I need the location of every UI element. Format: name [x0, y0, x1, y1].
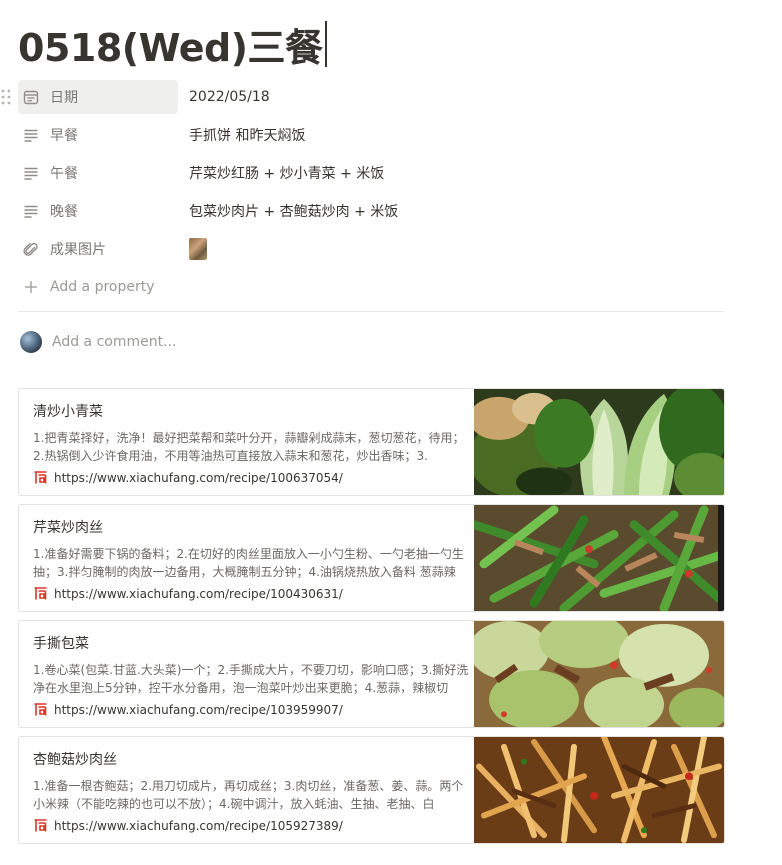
properties-panel: 日期 2022/05/18 早餐 手抓饼 和昨天焖饭 午餐 芹菜炒红肠 + 炒小… — [1, 78, 724, 306]
bookmark-text: 杏鲍菇炒肉丝 1.准备一根杏鲍菇；2.用刀切成片，再切成丝；3.肉切丝，准备葱、… — [19, 737, 475, 843]
bookmark-card[interactable]: 手撕包菜 1.卷心菜(包菜.甘蓝.大头菜)一个；2.手撕成大片，不要刀切，影响口… — [18, 620, 725, 728]
property-breakfast[interactable]: 早餐 手抓饼 和昨天焖饭 — [18, 116, 724, 154]
celery-pork-photo — [474, 505, 724, 611]
comment-input[interactable]: Add a comment... — [20, 329, 176, 355]
bookmark-card[interactable]: 芹菜炒肉丝 1.准备好需要下锅的备料；2.在切好的肉丝里面放入一小勺生粉、一勺老… — [18, 504, 725, 612]
bookmark-title: 清炒小青菜 — [33, 404, 103, 420]
bookmark-url[interactable]: https://www.xiachufang.com/recipe/105927… — [54, 819, 343, 833]
property-value-lunch[interactable]: 芹菜炒红肠 + 炒小青菜 + 米饭 — [189, 163, 384, 183]
page-title[interactable]: 0518(Wed)三餐 — [18, 18, 327, 70]
bookmark-title: 杏鲍菇炒肉丝 — [33, 752, 117, 768]
xiachufang-favicon-icon — [33, 470, 48, 485]
xiachufang-favicon-icon — [33, 586, 48, 601]
bookmark-url[interactable]: https://www.xiachufang.com/recipe/100637… — [54, 471, 343, 485]
bookmark-description: 1.把青菜择好，洗净！最好把菜帮和菜叶分开，蒜瓣剁成蒜末，葱切葱花，待用；2.热… — [33, 431, 465, 463]
add-property-button[interactable]: Add a property — [18, 268, 724, 306]
text-lines-icon — [24, 129, 38, 142]
property-value-dinner[interactable]: 包菜炒肉片 + 杏鲍菇炒肉 + 米饭 — [189, 201, 398, 221]
page-title-text[interactable]: 0518(Wed)三餐 — [18, 17, 323, 72]
property-dinner[interactable]: 晚餐 包菜炒肉片 + 杏鲍菇炒肉 + 米饭 — [18, 192, 724, 230]
property-label: 午餐 — [50, 166, 78, 182]
bookmark-card[interactable]: 清炒小青菜 1.把青菜择好，洗净！最好把菜帮和菜叶分开，蒜瓣剁成蒜末，葱切葱花，… — [18, 388, 725, 496]
mushroom-pork-photo — [474, 737, 724, 843]
xiachufang-favicon-icon — [33, 818, 48, 833]
bookmark-description: 1.准备一根杏鲍菇；2.用刀切成片，再切成丝；3.肉切丝，准备葱、姜、蒜。两个小… — [33, 779, 464, 811]
bookmark-text: 芹菜炒肉丝 1.准备好需要下锅的备料；2.在切好的肉丝里面放入一小勺生粉、一勺老… — [19, 505, 475, 611]
property-label: 成果图片 — [50, 242, 106, 258]
text-lines-icon — [24, 167, 38, 180]
bookmark-description: 1.卷心菜(包菜.甘蓝.大头菜)一个；2.手撕成大片，不要刀切，影响口感；3.撕… — [33, 663, 469, 695]
property-result-image[interactable]: 成果图片 — [18, 230, 724, 268]
bookmark-title: 手撕包菜 — [33, 636, 89, 652]
bookmark-link[interactable]: https://www.xiachufang.com/recipe/105927… — [33, 818, 475, 833]
property-key-breakfast[interactable]: 早餐 — [18, 118, 178, 152]
bookmark-url[interactable]: https://www.xiachufang.com/recipe/103959… — [54, 703, 343, 717]
bookmark-url[interactable]: https://www.xiachufang.com/recipe/100430… — [54, 587, 343, 601]
property-label: 日期 — [50, 90, 78, 106]
text-cursor — [324, 21, 327, 67]
paperclip-icon — [23, 242, 38, 256]
property-value-result-image[interactable] — [189, 238, 207, 260]
property-key-lunch[interactable]: 午餐 — [18, 156, 178, 190]
bok-choy-photo — [474, 389, 724, 495]
calendar-icon — [23, 90, 39, 105]
property-key-date[interactable]: 日期 — [18, 80, 178, 114]
bookmark-text: 手撕包菜 1.卷心菜(包菜.甘蓝.大头菜)一个；2.手撕成大片，不要刀切，影响口… — [19, 621, 475, 727]
bookmark-title: 芹菜炒肉丝 — [33, 520, 103, 536]
plus-icon — [25, 281, 37, 293]
property-lunch[interactable]: 午餐 芹菜炒红肠 + 炒小青菜 + 米饭 — [18, 154, 724, 192]
drag-handle-icon[interactable] — [0, 88, 12, 106]
bookmark-card[interactable]: 杏鲍菇炒肉丝 1.准备一根杏鲍菇；2.用刀切成片，再切成丝；3.肉切丝，准备葱、… — [18, 736, 725, 844]
bookmark-description: 1.准备好需要下锅的备料；2.在切好的肉丝里面放入一小勺生粉、一勺老抽一勺生抽；… — [33, 547, 464, 579]
bookmark-text: 清炒小青菜 1.把青菜择好，洗净！最好把菜帮和菜叶分开，蒜瓣剁成蒜末，葱切葱花，… — [19, 389, 475, 495]
property-key-result-image[interactable]: 成果图片 — [18, 232, 178, 266]
property-value-date[interactable]: 2022/05/18 — [189, 89, 270, 105]
avatar — [20, 331, 42, 353]
property-value-breakfast[interactable]: 手抓饼 和昨天焖饭 — [189, 125, 305, 145]
bookmark-link[interactable]: https://www.xiachufang.com/recipe/103959… — [33, 702, 475, 717]
bookmark-link[interactable]: https://www.xiachufang.com/recipe/100430… — [33, 586, 475, 601]
property-label: 早餐 — [50, 128, 78, 144]
xiachufang-favicon-icon — [33, 702, 48, 717]
comment-placeholder: Add a comment... — [52, 334, 177, 350]
add-property-label: Add a property — [50, 279, 155, 295]
result-image-thumbnail[interactable] — [189, 238, 207, 260]
divider — [18, 311, 724, 312]
bookmark-link[interactable]: https://www.xiachufang.com/recipe/100637… — [33, 470, 475, 485]
property-key-dinner[interactable]: 晚餐 — [18, 194, 178, 228]
property-date[interactable]: 日期 2022/05/18 — [1, 78, 724, 116]
cabbage-photo — [474, 621, 724, 727]
property-label: 晚餐 — [50, 204, 78, 220]
text-lines-icon — [24, 205, 38, 218]
